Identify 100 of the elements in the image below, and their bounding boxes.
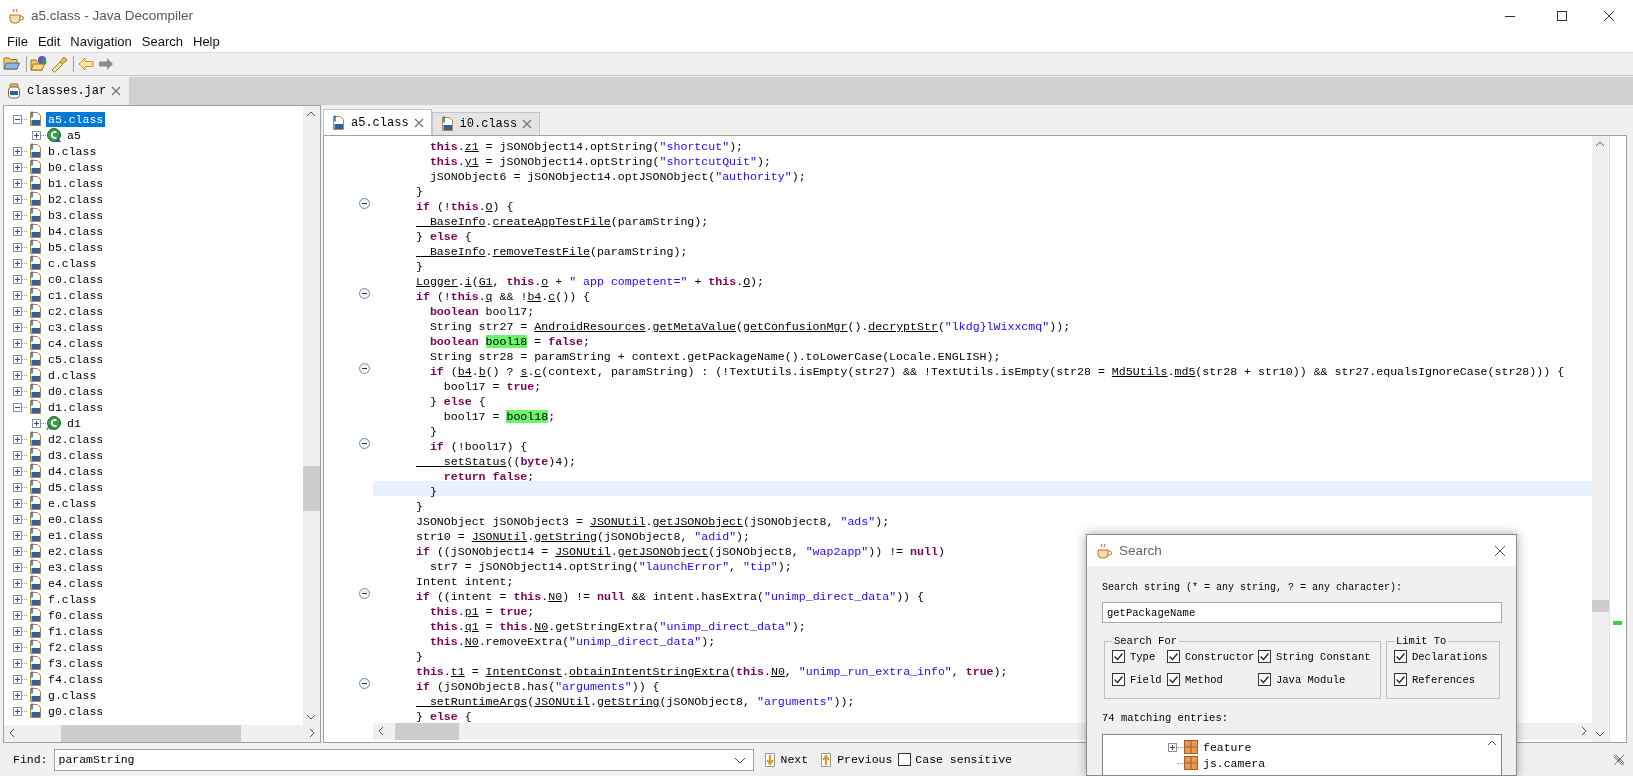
checkbox[interactable] [1394, 673, 1407, 686]
tree-item[interactable]: f3.class [46, 655, 106, 671]
tree-item[interactable]: b2.class [46, 191, 106, 207]
checkbox[interactable] [1167, 673, 1180, 686]
expand-icon[interactable] [13, 498, 22, 508]
tab[interactable]: i0.class [431, 112, 541, 135]
expand-icon[interactable] [13, 386, 22, 396]
tree-item[interactable]: c4.class [46, 335, 106, 351]
tree-item[interactable]: b4.class [46, 223, 106, 239]
expand-icon[interactable] [13, 306, 22, 316]
collapse-icon[interactable] [359, 678, 370, 689]
tree-item[interactable]: c0.class [46, 271, 106, 287]
tree-item[interactable]: c.class [46, 255, 99, 271]
tree-item[interactable]: b5.class [46, 239, 106, 255]
maximize-icon[interactable] [1557, 10, 1567, 21]
scrollbar-thumb[interactable] [395, 723, 459, 740]
expand-icon[interactable] [13, 226, 22, 236]
tree-item[interactable]: b.class [46, 143, 99, 159]
checkbox-label[interactable]: String Constant [1276, 650, 1371, 663]
checkbox-label[interactable]: References [1412, 673, 1475, 686]
close-icon[interactable] [1494, 544, 1506, 557]
tree-item[interactable]: a5 [65, 127, 83, 143]
collapse-icon[interactable] [359, 363, 370, 374]
expand-icon[interactable] [1168, 742, 1177, 752]
checkbox-label[interactable]: Field [1130, 673, 1162, 686]
expand-icon[interactable] [13, 354, 22, 364]
checkbox[interactable] [1167, 650, 1180, 663]
tree-item[interactable]: d4.class [46, 463, 106, 479]
expand-icon[interactable] [13, 626, 22, 636]
expand-icon[interactable] [13, 578, 22, 588]
search-field[interactable]: getPackageName [1102, 602, 1502, 623]
expand-icon[interactable] [13, 338, 22, 348]
tree-item[interactable]: e1.class [46, 527, 106, 543]
expand-icon[interactable] [13, 194, 22, 204]
tree-item[interactable]: b0.class [46, 159, 106, 175]
expand-icon[interactable] [13, 450, 22, 460]
expand-icon[interactable] [13, 370, 22, 380]
open-folder-icon[interactable] [3, 55, 21, 73]
expand-icon[interactable] [13, 610, 22, 620]
close-icon[interactable] [1604, 10, 1614, 21]
checkbox-label[interactable]: Java Module [1276, 673, 1346, 686]
tree-item[interactable]: b1.class [46, 175, 106, 191]
match-marker[interactable] [1613, 621, 1622, 625]
expand-icon[interactable] [13, 242, 22, 252]
tree-item[interactable]: d3.class [46, 447, 106, 463]
expand-icon[interactable] [13, 466, 22, 476]
scrollbar[interactable] [1592, 136, 1609, 742]
tree-item[interactable]: d.class [46, 367, 99, 383]
menu-item[interactable]: File [2, 34, 33, 49]
tree-item[interactable]: e2.class [46, 543, 106, 559]
checkbox-label[interactable]: Constructor [1185, 650, 1255, 663]
expand-icon[interactable] [13, 674, 22, 684]
tree-item[interactable]: c1.class [46, 287, 106, 303]
checkbox[interactable] [1258, 650, 1271, 663]
checkbox-label[interactable]: Type [1130, 650, 1156, 663]
flashlight-icon[interactable] [50, 55, 68, 73]
menu-item[interactable]: Search [136, 34, 188, 49]
expand-icon[interactable] [13, 514, 22, 524]
checkbox[interactable] [1258, 673, 1271, 686]
tree-item[interactable]: c2.class [46, 303, 106, 319]
collapse-icon[interactable] [13, 114, 22, 124]
scrollbar[interactable] [4, 725, 320, 742]
checkbox-label[interactable]: Method [1185, 673, 1223, 686]
tree-item[interactable]: f2.class [46, 639, 106, 655]
expand-icon[interactable] [13, 146, 22, 156]
expand-icon[interactable] [13, 530, 22, 540]
collapse-icon[interactable] [13, 402, 22, 412]
expand-icon[interactable] [13, 690, 22, 700]
tree-item[interactable]: f1.class [46, 623, 106, 639]
expand-icon[interactable] [13, 210, 22, 220]
scrollbar-thumb[interactable] [61, 725, 241, 742]
tree-item[interactable]: g0.class [46, 703, 106, 719]
tab[interactable]: classes.jar [0, 77, 130, 105]
tree-item[interactable]: e.class [46, 495, 99, 511]
tree-item[interactable]: e3.class [46, 559, 106, 575]
previous-button[interactable]: Previous [816, 751, 895, 768]
expand-icon[interactable] [32, 130, 41, 140]
expand-icon[interactable] [13, 594, 22, 604]
menu-item[interactable]: Help [188, 34, 225, 49]
tree-item[interactable]: feature [1203, 740, 1252, 754]
checkbox[interactable] [1112, 650, 1125, 663]
scrollbar[interactable] [303, 106, 320, 725]
tree-item[interactable]: f0.class [46, 607, 106, 623]
checkbox[interactable] [1394, 650, 1407, 663]
collapse-icon[interactable] [359, 438, 370, 449]
checkbox-label[interactable]: Case sensitive [915, 753, 1012, 766]
expand-icon[interactable] [13, 322, 22, 332]
scrollbar-thumb[interactable] [303, 466, 320, 511]
checkbox[interactable] [898, 753, 912, 766]
tree-item[interactable]: js.camera [1203, 756, 1266, 770]
menu-item[interactable]: Edit [32, 34, 66, 49]
expand-icon[interactable] [32, 418, 41, 428]
checkbox[interactable] [1112, 673, 1125, 686]
tree-item[interactable]: c5.class [46, 351, 106, 367]
expand-icon[interactable] [13, 706, 22, 716]
expand-icon[interactable] [13, 642, 22, 652]
menu-item[interactable]: Navigation [65, 34, 137, 49]
tree-item[interactable]: d1 [65, 415, 83, 431]
forward-arrow-icon[interactable] [97, 55, 115, 73]
scrollbar-thumb[interactable] [1592, 600, 1609, 612]
